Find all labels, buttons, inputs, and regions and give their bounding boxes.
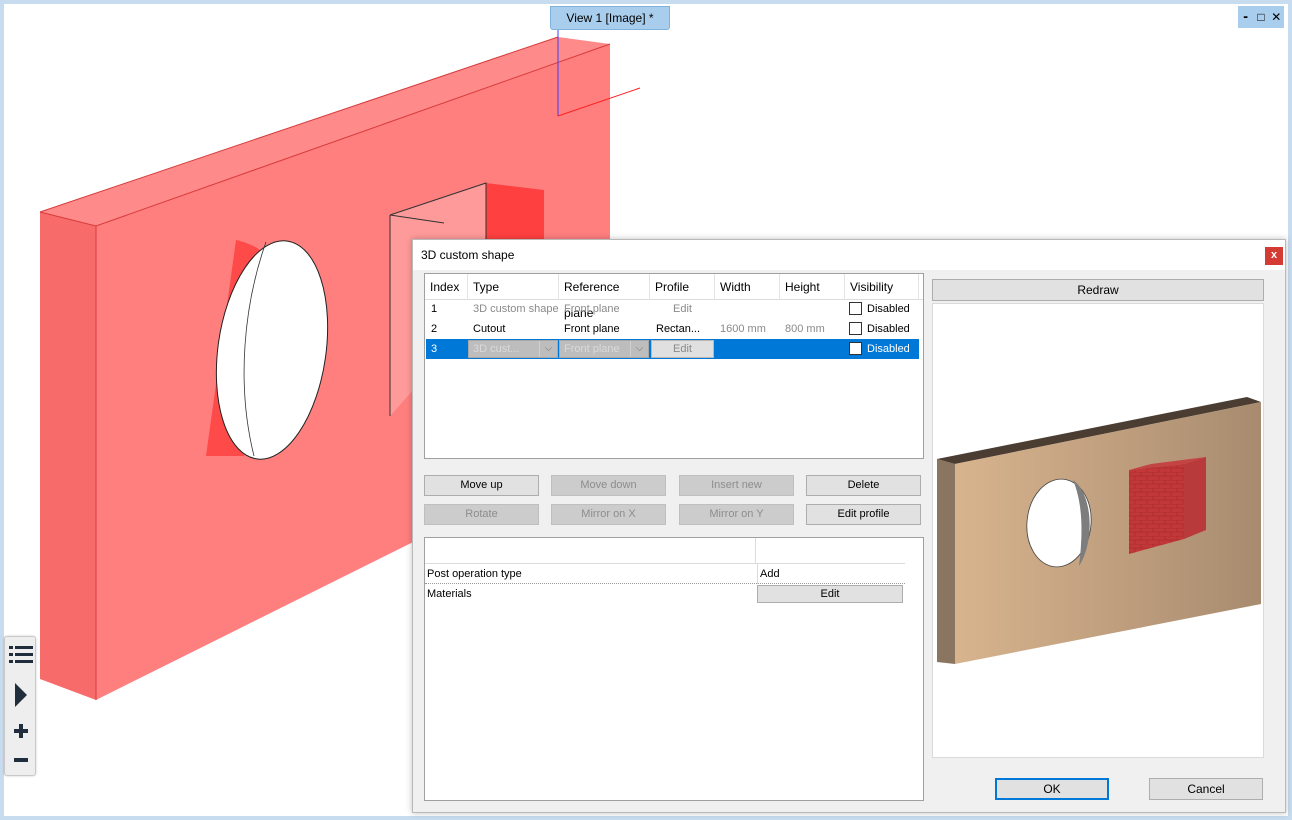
cell-index: 1 <box>431 303 438 315</box>
chevron-down-icon[interactable]: ⌵ <box>539 341 557 357</box>
wall-side-face <box>937 459 955 664</box>
ok-button[interactable]: OK <box>995 778 1109 800</box>
wall-front-face <box>955 402 1261 664</box>
column-header-profile[interactable]: Profile <box>650 274 715 300</box>
property-row[interactable]: Materials Edit <box>425 584 905 604</box>
property-grid: Post operation type Add Materials Edit <box>424 537 924 801</box>
mirror-x-button[interactable]: Mirror on X <box>551 504 666 525</box>
property-grid-divider <box>755 538 756 564</box>
redraw-button[interactable]: Redraw <box>932 279 1264 301</box>
dialog-close-button[interactable]: x <box>1265 247 1283 265</box>
visibility-checkbox[interactable] <box>849 302 862 315</box>
delete-button[interactable]: Delete <box>806 475 921 496</box>
type-combobox[interactable]: 3D cust... ⌵ <box>468 340 558 358</box>
custom-shape-dialog: 3D custom shape x Index Type Reference p… <box>412 239 1286 813</box>
brick-block-side <box>1184 457 1206 539</box>
table-row-selected[interactable]: 3 3D cust... ⌵ Front plane ⌵ Edit Disabl… <box>426 339 919 359</box>
cell-height: 800 mm <box>785 323 825 335</box>
column-header-visibility[interactable]: Visibility <box>845 274 919 300</box>
cell-profile[interactable]: Rectan... <box>653 319 713 339</box>
close-icon[interactable]: ✕ <box>1270 11 1282 23</box>
visibility-checkbox[interactable] <box>849 342 862 355</box>
view-tab[interactable]: View 1 [Image] * <box>550 6 670 30</box>
view-toolbar <box>4 636 36 776</box>
brick-block-front <box>1129 464 1184 554</box>
property-key: Materials <box>427 588 472 600</box>
column-header-width[interactable]: Width <box>715 274 780 300</box>
cell-reference-plane: Front plane <box>564 303 620 315</box>
minimize-icon[interactable]: ⁃ <box>1240 11 1252 23</box>
move-down-button[interactable]: Move down <box>551 475 666 496</box>
cell-type: Cutout <box>473 323 506 335</box>
table-row[interactable]: 2 Cutout Front plane Rectan... 1600 mm 8… <box>426 319 919 339</box>
cell-index: 2 <box>431 323 438 335</box>
cell-reference-plane: Front plane <box>564 323 620 335</box>
zoom-in-icon[interactable] <box>5 715 37 747</box>
insert-new-button[interactable]: Insert new <box>679 475 794 496</box>
edit-profile-button[interactable]: Edit profile <box>806 504 921 525</box>
visibility-checkbox[interactable] <box>849 322 862 335</box>
play-icon[interactable] <box>5 679 37 711</box>
zoom-out-icon[interactable] <box>5 744 37 776</box>
table-row[interactable]: 1 3D custom shape Front plane Edit Disab… <box>426 299 919 319</box>
window-controls: ⁃ □ ✕ <box>1238 6 1284 28</box>
list-icon[interactable] <box>5 639 37 671</box>
shape-preview <box>932 303 1264 758</box>
cancel-button[interactable]: Cancel <box>1149 778 1263 800</box>
dialog-titlebar[interactable]: 3D custom shape x <box>413 240 1285 270</box>
property-key: Post operation type <box>427 568 522 580</box>
move-up-button[interactable]: Move up <box>424 475 539 496</box>
chevron-down-icon[interactable]: ⌵ <box>630 341 648 357</box>
column-header-type[interactable]: Type <box>468 274 559 300</box>
type-combobox-value: 3D cust... <box>473 343 520 355</box>
cell-width: 1600 mm <box>720 323 766 335</box>
table-header: Index Type Reference plane Profile Width… <box>425 274 923 320</box>
cell-height <box>780 299 845 319</box>
materials-edit-button[interactable]: Edit <box>757 585 903 603</box>
visibility-label: Disabled <box>867 303 910 315</box>
view-tab-label: View 1 [Image] * <box>566 11 654 25</box>
shape-operations-table: Index Type Reference plane Profile Width… <box>424 273 924 459</box>
cell-index: 3 <box>431 343 438 355</box>
profile-edit-button[interactable]: Edit <box>651 340 714 358</box>
property-value-dropdown[interactable]: Add <box>757 564 905 584</box>
visibility-label: Disabled <box>867 323 910 335</box>
maximize-icon[interactable]: □ <box>1255 11 1267 23</box>
cell-width <box>715 299 780 319</box>
preview-render <box>937 397 1261 664</box>
cell-type: 3D custom shape <box>473 303 559 315</box>
column-header-index[interactable]: Index <box>425 274 468 300</box>
cell-profile-edit[interactable]: Edit <box>650 299 715 319</box>
column-header-height[interactable]: Height <box>780 274 845 300</box>
visibility-label: Disabled <box>867 343 910 355</box>
column-header-reference-plane[interactable]: Reference plane <box>559 274 650 320</box>
property-row[interactable]: Post operation type Add <box>425 564 905 584</box>
property-grid-header <box>425 538 905 564</box>
reference-plane-combobox-value: Front plane <box>564 343 620 355</box>
reference-plane-combobox[interactable]: Front plane ⌵ <box>559 340 649 358</box>
mirror-y-button[interactable]: Mirror on Y <box>679 504 794 525</box>
dialog-title: 3D custom shape <box>421 248 515 262</box>
rotate-button[interactable]: Rotate <box>424 504 539 525</box>
